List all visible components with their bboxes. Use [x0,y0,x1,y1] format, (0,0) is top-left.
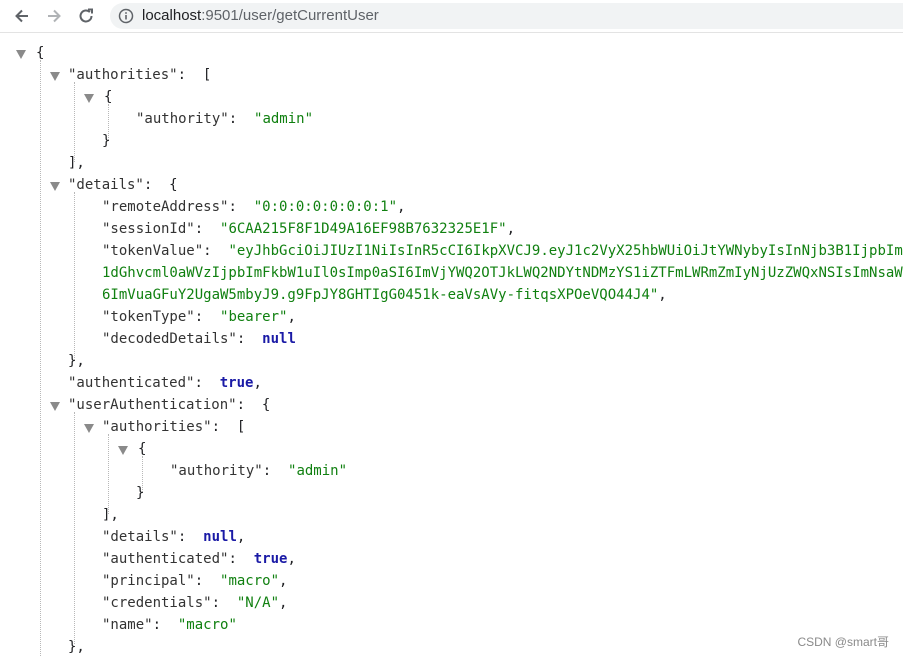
json-line: { [104,89,113,105]
guide-authorities [74,82,75,162]
json-key: "name" [102,617,153,633]
json-key: "authorities" [68,67,178,83]
json-line: "authorities": [ [102,419,246,435]
json-string: "eyJhbGciOiJIUzI1NiIsInR5cCI6IkpXVCJ9.ey… [228,243,903,259]
json-line: "authorities": [ [68,67,212,83]
json-line: 1dGhvcml0aWVzIjpbImFkbW1uIl0sImp0aSI6ImV… [102,262,903,284]
json-line: }, [68,353,85,369]
json-string: "0:0:0:0:0:0:0:1" [253,199,398,215]
json-line: "details": null, [102,529,246,545]
json-line: ], [68,155,85,171]
url-text[interactable]: localhost:9501/user/getCurrentUser [142,7,379,25]
json-key: "userAuthentication" [68,397,237,413]
json-line: "name": "macro" [102,617,237,633]
json-line: "authority": "admin" [136,111,314,127]
json-line: "authenticated": true, [68,375,262,391]
url-path: :9501/user/getCurrentUser [201,7,379,24]
json-line: "tokenType": "bearer", [102,309,296,325]
json-string: "admin" [254,111,314,127]
json-line: "credentials": "N/A", [102,595,288,611]
json-key: "authority" [170,463,263,479]
json-line: "authority": "admin" [170,463,348,479]
collapse-authority-obj-icon[interactable] [84,94,94,103]
collapse-details-icon[interactable] [50,182,60,191]
json-viewer: { "authorities": [ { "authority": "admin… [0,32,903,656]
forward-icon[interactable] [44,6,64,26]
json-string: "N/A" [236,595,280,611]
json-line: { [36,45,45,61]
info-icon[interactable] [118,8,134,24]
json-line: "sessionId": "6CAA215F8F1D49A16EF98B7632… [102,221,516,237]
collapse-userauth-authority-obj-icon[interactable] [118,446,128,455]
json-string: 6ImVuaGFuY2UgaW5mbyJ9.g9FpJY8GHTIgG0451k… [102,287,659,303]
collapse-userauth-authorities-icon[interactable] [84,424,94,433]
guide-root [40,60,41,656]
reload-icon[interactable] [76,6,96,26]
json-line: "tokenValue": "eyJhbGciOiJIUzI1NiIsInR5c… [102,240,903,262]
collapse-root-icon[interactable] [16,50,26,59]
back-icon[interactable] [12,6,32,26]
json-boolean: true [219,375,254,391]
guide-userauth-authorities [108,434,109,514]
json-key: "sessionId" [102,221,195,237]
json-string: 1dGhvcml0aWVzIjpbImFkbW1uIl0sImp0aSI6ImV… [102,265,903,281]
json-null: null [203,529,237,545]
json-string: "bearer" [220,309,288,325]
json-null: null [262,331,296,347]
json-key: "decodedDetails" [102,331,237,347]
collapse-userauth-icon[interactable] [50,402,60,411]
json-string: "6CAA215F8F1D49A16EF98B7632325E1F" [220,221,507,237]
json-line: { [138,441,147,457]
guide-details [74,192,75,360]
json-line: ], [102,507,119,523]
json-string: "macro" [177,617,237,633]
url-host: localhost [142,7,202,24]
json-key: "tokenType" [102,309,195,325]
guide-userauth [74,412,75,644]
json-key: "details" [102,529,178,545]
json-boolean: true [253,551,288,567]
json-line: "userAuthentication": { [68,397,271,413]
browser-toolbar: localhost:9501/user/getCurrentUser [0,0,903,33]
json-key: "credentials" [102,595,212,611]
json-string: "macro" [220,573,280,589]
json-line: "details": { [68,177,178,193]
json-key: "authority" [136,111,229,127]
json-key: "remoteAddress" [102,199,229,215]
json-line: "remoteAddress": "0:0:0:0:0:0:0:1", [102,199,406,215]
watermark: CSDN @smart哥 [797,635,889,649]
json-key: "authenticated" [68,375,195,391]
json-line: "principal": "macro", [102,573,288,589]
collapse-authorities-icon[interactable] [50,72,60,81]
json-line: "decodedDetails": null [102,331,296,347]
json-line: } [136,485,145,501]
json-line: } [102,133,111,149]
json-key: "principal" [102,573,195,589]
json-string: "admin" [288,463,348,479]
json-key: "authenticated" [102,551,229,567]
json-line: "authenticated": true, [102,551,296,567]
json-key: "authorities" [102,419,212,435]
json-line: 6ImVuaGFuY2UgaW5mbyJ9.g9FpJY8GHTIgG0451k… [102,287,667,303]
json-key: "details" [68,177,144,193]
json-line: }, [68,639,85,655]
json-key: "tokenValue" [102,243,204,259]
